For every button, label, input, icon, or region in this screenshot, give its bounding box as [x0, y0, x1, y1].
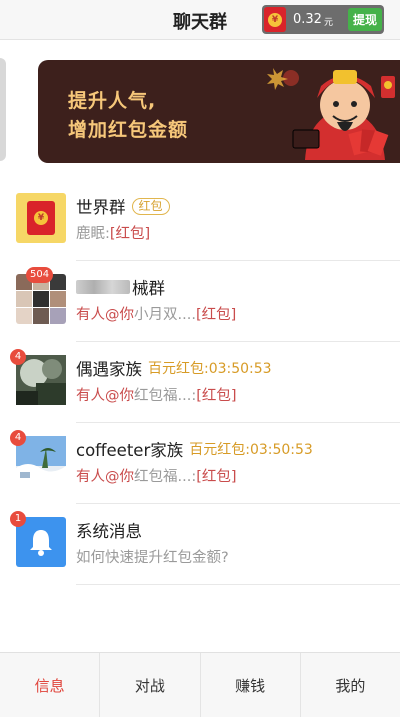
- withdraw-button[interactable]: 提现: [347, 8, 382, 31]
- chat-row-coffeeter-family[interactable]: 4 coffeeter家族 百元红包:03:50:53 有人@你红包福...:[…: [0, 423, 400, 504]
- mention-label: 有人@你: [76, 307, 134, 323]
- chat-name: coffeeter家族: [76, 441, 184, 460]
- message-preview: 红包福...:: [134, 469, 197, 485]
- red-packet-label: [红包]: [196, 469, 237, 485]
- red-packet-label: [红包]: [196, 388, 237, 404]
- chat-row-world-group[interactable]: ¥ 世界群 红包 鹿眠:[红包]: [0, 180, 400, 261]
- red-packet-tag: 红包: [131, 197, 170, 215]
- promo-banner[interactable]: 提升人气, 增加红包金额: [38, 60, 400, 163]
- chat-row-encounter-family[interactable]: 4 偶遇家族 百元红包:03:50:53 有人@你红包福...:[红包]: [0, 342, 400, 423]
- chat-name: 械群: [132, 279, 165, 298]
- tab-messages[interactable]: 信息: [0, 653, 101, 717]
- chat-row-group[interactable]: 504 械群 有人@你小月双....[红包]: [0, 261, 400, 342]
- chat-name: 系统消息: [76, 522, 142, 541]
- unread-badge: 504: [26, 267, 54, 283]
- red-envelope-avatar-icon: ¥: [16, 193, 66, 243]
- message-preview: 红包福...:: [134, 388, 197, 404]
- tab-profile[interactable]: 我的: [301, 653, 400, 717]
- wallet-unit: 元: [323, 17, 333, 28]
- system-avatar: 1: [10, 511, 66, 567]
- tab-battle[interactable]: 对战: [100, 653, 201, 717]
- chat-name: 偶遇家族: [76, 360, 142, 379]
- mention-label: 有人@你: [76, 469, 134, 485]
- red-packet-timer: 百元红包:03:50:53: [189, 442, 313, 458]
- wallet-balance[interactable]: ¥ 0.32 元 提现: [262, 5, 384, 34]
- chat-row-system-messages[interactable]: 1 系统消息 如何快速提升红包金额?: [0, 504, 400, 585]
- photo-avatar: 4: [10, 430, 66, 486]
- banner-line-1: 提升人气,: [68, 90, 157, 112]
- tab-earn[interactable]: 赚钱: [201, 653, 301, 717]
- red-envelope-icon: ¥: [264, 7, 286, 32]
- banner-line-2: 增加红包金额: [68, 119, 189, 141]
- unread-badge: 1: [10, 511, 26, 527]
- bell-icon: [30, 530, 52, 556]
- unread-badge: 4: [10, 349, 26, 365]
- chat-list: ¥ 世界群 红包 鹿眠:[红包] 504 械群 有人@你小月双....[红包] …: [0, 180, 400, 585]
- photo-avatar: 4: [10, 349, 66, 405]
- fortune-god-illustration: [267, 68, 395, 160]
- last-sender: 鹿眠:: [76, 226, 110, 242]
- red-packet-timer: 百元红包:03:50:53: [148, 361, 272, 377]
- mention-label: 有人@你: [76, 388, 134, 404]
- chat-name: 世界群: [76, 198, 126, 217]
- wallet-amount: 0.32: [293, 12, 322, 27]
- banner-carousel-edge: [0, 58, 6, 161]
- divider: [76, 584, 400, 585]
- message-preview: 小月双....: [134, 307, 196, 323]
- red-packet-label: [红包]: [195, 307, 237, 323]
- unread-badge: 4: [10, 430, 26, 446]
- chat-groups-screen: 聊天群 ¥ 0.32 元 提现 提升人气, 增加红包金额 ¥ 世界群 红包 鹿眠…: [0, 0, 400, 717]
- blurred-name-segment: [76, 280, 130, 294]
- bottom-tab-bar: 信息 对战 赚钱 我的: [0, 652, 400, 717]
- group-avatar: 504: [16, 267, 66, 324]
- top-bar: 聊天群 ¥ 0.32 元 提现: [0, 0, 400, 40]
- message-preview: 如何快速提升红包金额?: [76, 550, 229, 566]
- red-packet-label: [红包]: [109, 226, 151, 242]
